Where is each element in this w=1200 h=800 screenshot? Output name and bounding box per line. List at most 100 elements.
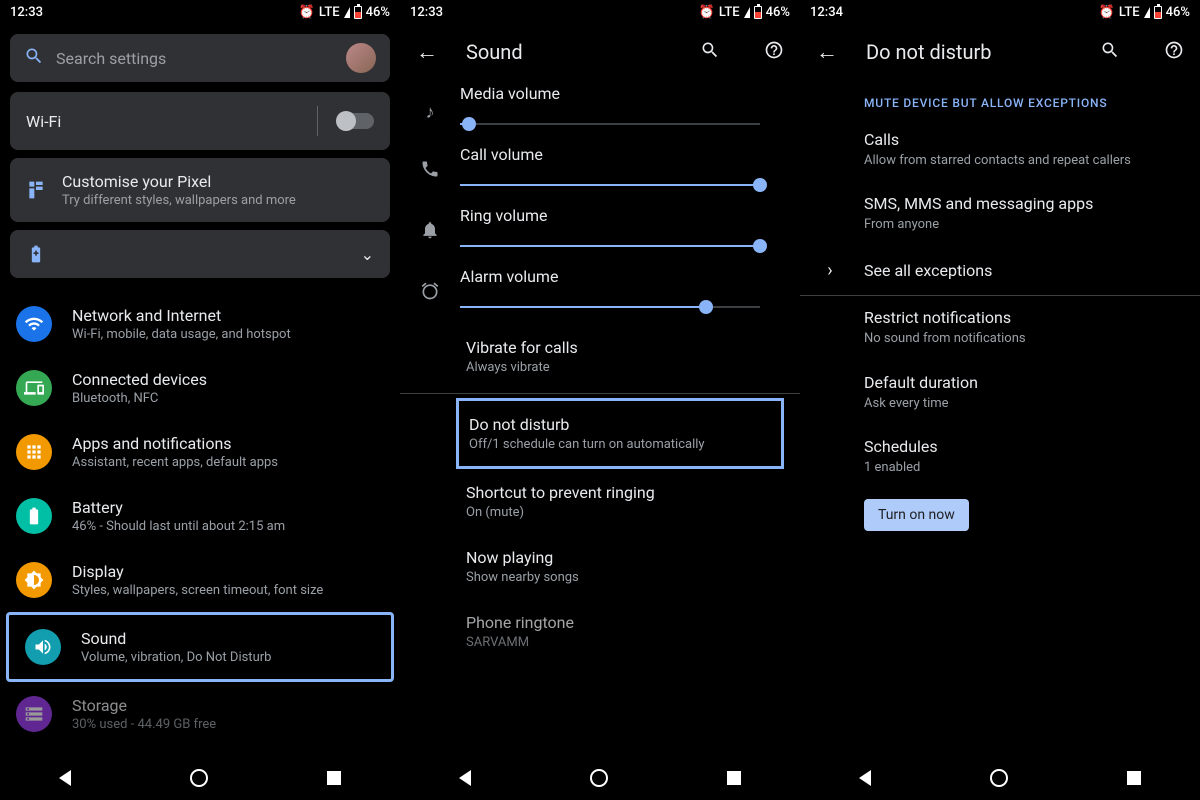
styles-icon — [26, 180, 46, 200]
row-title: Display — [72, 562, 323, 581]
search-settings[interactable]: Search settings — [10, 34, 390, 82]
nav-recent[interactable] — [727, 771, 741, 785]
wifi-toggle[interactable] — [338, 113, 374, 129]
row-title: Shortcut to prevent ringing — [466, 483, 780, 502]
status-bar: 12:33 ⏰ LTE 46% — [400, 0, 800, 24]
music-note-icon: ♪ — [420, 102, 440, 125]
nav-back[interactable] — [859, 770, 871, 786]
default-duration-row[interactable]: Default duration Ask every time — [800, 361, 1200, 425]
see-all-exceptions-row[interactable]: › See all exceptions — [800, 246, 1200, 295]
clock: 12:33 — [10, 5, 43, 20]
nav-back[interactable] — [459, 770, 471, 786]
media-volume-slider[interactable] — [460, 123, 760, 125]
calls-row[interactable]: Calls Allow from starred contacts and re… — [800, 118, 1200, 182]
row-sub: Show nearby songs — [466, 570, 780, 585]
sound-icon — [25, 629, 61, 665]
slider-label: Call volume — [460, 145, 780, 164]
signal-icon — [744, 7, 750, 18]
row-sub: 30% used - 44.49 GB free — [72, 717, 216, 732]
row-title: Default duration — [864, 373, 1180, 392]
turn-on-now-button[interactable]: Turn on now — [864, 499, 969, 531]
back-button[interactable]: ← — [416, 39, 438, 65]
signal-icon — [344, 7, 350, 18]
row-sub: Ask every time — [864, 395, 1180, 413]
call-volume-slider[interactable] — [460, 184, 760, 186]
slider-label: Media volume — [460, 84, 780, 103]
network-label: LTE — [319, 5, 340, 20]
profile-avatar[interactable] — [346, 43, 376, 73]
row-title: Phone ringtone — [466, 613, 780, 632]
row-sub: SARVAMM — [466, 635, 780, 650]
customise-sub: Try different styles, wallpapers and mor… — [62, 193, 296, 208]
row-sub: 1 enabled — [864, 459, 1180, 477]
android-nav-bar — [800, 756, 1200, 800]
row-sound[interactable]: SoundVolume, vibration, Do Not Disturb — [9, 615, 391, 679]
ring-volume-row: Ring volume — [400, 202, 800, 263]
sound-settings-screen: 12:33 ⏰ LTE 46% ← Sound ♪ Media volume C… — [400, 0, 800, 800]
sms-row[interactable]: SMS, MMS and messaging apps From anyone — [800, 182, 1200, 246]
nav-recent[interactable] — [1127, 771, 1141, 785]
shortcut-ringing-row[interactable]: Shortcut to prevent ringing On (mute) — [400, 469, 800, 534]
row-sub: Volume, vibration, Do Not Disturb — [81, 650, 271, 665]
battery-icon — [16, 498, 52, 534]
help-icon[interactable] — [764, 40, 784, 65]
row-sub: Off/1 schedule can turn on automatically — [469, 437, 761, 452]
app-bar: ← Do not disturb — [800, 24, 1200, 80]
row-title: Apps and notifications — [72, 434, 278, 453]
row-storage[interactable]: Storage30% used - 44.49 GB free — [0, 682, 400, 746]
alarm-volume-row: Alarm volume — [400, 263, 800, 324]
row-title: Schedules — [864, 437, 1180, 456]
nav-home[interactable] — [990, 769, 1008, 787]
android-nav-bar — [400, 756, 800, 800]
battery-plus-icon — [26, 244, 46, 264]
help-icon[interactable] — [1164, 40, 1184, 65]
row-title: Vibrate for calls — [466, 338, 780, 357]
search-icon[interactable] — [1100, 40, 1120, 65]
nav-back[interactable] — [59, 770, 71, 786]
row-connected[interactable]: Connected devicesBluetooth, NFC — [0, 356, 400, 420]
display-icon — [16, 562, 52, 598]
vibrate-calls-row[interactable]: Vibrate for calls Always vibrate — [400, 324, 800, 389]
status-bar: 12:34 ⏰ LTE 46% — [800, 0, 1200, 24]
restrict-notifications-row[interactable]: Restrict notifications No sound from not… — [800, 296, 1200, 360]
clock: 12:33 — [410, 5, 443, 20]
nav-home[interactable] — [190, 769, 208, 787]
wifi-icon — [16, 306, 52, 342]
page-title: Do not disturb — [866, 40, 1056, 64]
row-sub: Bluetooth, NFC — [72, 391, 207, 406]
status-bar: 12:33 ⏰ LTE 46% — [0, 0, 400, 24]
network-label: LTE — [719, 5, 740, 20]
customise-pixel-card[interactable]: Customise your Pixel Try different style… — [10, 158, 390, 222]
row-apps[interactable]: Apps and notifications Assistant, recent … — [0, 420, 400, 484]
battery-icon — [354, 6, 362, 19]
nav-home[interactable] — [590, 769, 608, 787]
row-display[interactable]: DisplayStyles, wallpapers, screen timeou… — [0, 548, 400, 612]
alarm-icon: ⏰ — [299, 5, 315, 20]
search-placeholder: Search settings — [56, 49, 334, 68]
android-nav-bar — [0, 756, 400, 800]
phone-icon — [420, 159, 440, 186]
row-battery[interactable]: Battery46% - Should last until about 2:1… — [0, 484, 400, 548]
search-icon[interactable] — [700, 40, 720, 65]
alarm-icon: ⏰ — [699, 5, 715, 20]
ring-volume-slider[interactable] — [460, 245, 760, 247]
row-title: Restrict notifications — [864, 308, 1180, 327]
separator — [317, 106, 318, 136]
battery-expand-card[interactable]: ⌄ — [10, 230, 390, 278]
phone-ringtone-row[interactable]: Phone ringtone SARVAMM — [400, 599, 800, 664]
apps-icon — [16, 434, 52, 470]
row-sub: 46% - Should last until about 2:15 am — [72, 519, 285, 534]
settings-main-screen: 12:33 ⏰ LTE 46% Search settings Wi-Fi Cu… — [0, 0, 400, 800]
row-sub: Assistant, recent apps, default apps — [72, 455, 278, 470]
back-button[interactable]: ← — [816, 39, 838, 65]
bell-icon — [420, 220, 440, 247]
now-playing-row[interactable]: Now playing Show nearby songs — [400, 534, 800, 599]
battery-icon — [1154, 6, 1162, 19]
wifi-quick-card[interactable]: Wi-Fi — [10, 92, 390, 150]
nav-recent[interactable] — [327, 771, 341, 785]
app-bar: ← Sound — [400, 24, 800, 80]
row-network[interactable]: Network and InternetWi-Fi, mobile, data … — [0, 292, 400, 356]
alarm-volume-slider[interactable] — [460, 306, 760, 308]
schedules-row[interactable]: Schedules 1 enabled — [800, 425, 1200, 489]
dnd-row[interactable]: Do not disturb Off/1 schedule can turn o… — [459, 401, 781, 466]
